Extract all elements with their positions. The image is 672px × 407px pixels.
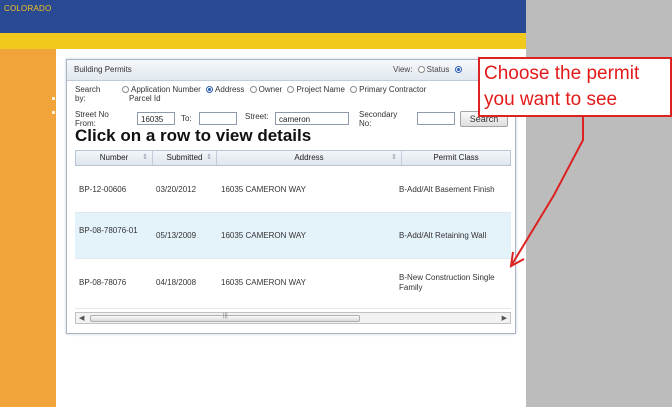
table-row[interactable]: BP-12-00606 03/20/2012 16035 CAMERON WAY… (75, 166, 511, 213)
street-no-from-input[interactable]: 16035 (137, 112, 175, 125)
search-type-options: Application Number Address Owner Project… (119, 85, 426, 94)
horizontal-scrollbar[interactable]: ◀ ||| ▶ (75, 312, 511, 324)
address-radio[interactable] (206, 86, 214, 93)
column-header-label: Address (294, 153, 324, 162)
panel-title: Building Permits (74, 65, 132, 74)
column-header-label: Number (99, 153, 129, 162)
panel-header: Building Permits View: Status (67, 60, 515, 81)
cell-submitted: 05/13/2009 (156, 231, 197, 240)
primary-contractor-radio[interactable] (350, 86, 358, 93)
sort-icon[interactable]: ⇕ (142, 151, 148, 165)
annotation-line-1: Choose the permit (484, 63, 640, 84)
sidebar-marker[interactable] (52, 97, 55, 100)
cell-submitted: 03/20/2012 (156, 185, 197, 194)
column-header-address[interactable]: Address ⇕ (217, 151, 402, 165)
column-header-submitted[interactable]: Submitted ⇕ (153, 151, 217, 165)
table-header: Number ⇕ Submitted ⇕ Address ⇕ Permit Class (75, 150, 511, 166)
left-sidebar (0, 49, 56, 407)
application-number-label[interactable]: Application Number (131, 85, 201, 94)
application-number-radio[interactable] (122, 86, 129, 93)
cell-permit-class: B-Add/Alt Basement Finish (399, 185, 495, 194)
table-row[interactable]: BP-08-78076-01 05/13/2009 16035 CAMERON … (75, 213, 511, 259)
cell-number: BP-08-78076-01 (79, 226, 138, 235)
scroll-left-icon[interactable]: ◀ (79, 314, 84, 322)
column-header-label: Permit Class (433, 153, 479, 162)
annotation-line-2: you want to see (484, 89, 618, 110)
cell-address: 16035 CAMERON WAY (221, 185, 306, 194)
parcel-id-label[interactable]: Parcel Id (129, 94, 161, 103)
site-brand[interactable]: COLORADO (4, 4, 51, 13)
table-row[interactable]: BP-08-78076 04/18/2008 16035 CAMERON WAY… (75, 259, 511, 309)
building-permits-panel: Building Permits View: Status Search by:… (66, 59, 516, 334)
header-accent-bar (0, 33, 526, 49)
view-label: View: (393, 65, 413, 74)
owner-radio[interactable] (249, 86, 257, 93)
street-label: Street: (245, 112, 269, 121)
view-status-label[interactable]: Status (427, 65, 450, 74)
project-name-radio[interactable] (287, 86, 295, 93)
sidebar-marker[interactable] (52, 111, 55, 114)
annotation-callout: Choose the permit you want to see (478, 57, 672, 117)
instruction-heading: Click on a row to view details (75, 126, 312, 145)
secondary-no-label: Secondary No: (359, 110, 398, 128)
site-header: COLORADO (0, 0, 526, 33)
owner-label[interactable]: Owner (259, 85, 283, 94)
cell-permit-class: B-New Construction Single Family (399, 273, 495, 292)
search-by-label: Search by: (75, 85, 101, 103)
secondary-no-input[interactable] (417, 112, 455, 125)
grip-icon: ||| (223, 313, 228, 319)
cell-number: BP-12-00606 (79, 185, 127, 194)
address-label[interactable]: Address (215, 85, 244, 94)
column-header-label: Submitted (166, 153, 203, 162)
view-selector: View: Status (393, 65, 464, 74)
scroll-right-icon[interactable]: ▶ (502, 314, 507, 322)
cell-address: 16035 CAMERON WAY (221, 278, 306, 287)
street-no-to-input[interactable] (199, 112, 237, 125)
parcel-id-option: Parcel Id (129, 94, 161, 103)
view-status-radio[interactable] (417, 66, 425, 73)
project-name-label[interactable]: Project Name (296, 85, 344, 94)
sort-icon[interactable]: ⇕ (391, 151, 397, 165)
street-no-to-label: To: (181, 114, 192, 123)
view-other-radio[interactable] (454, 66, 462, 73)
cell-permit-class: B-Add/Alt Retaining Wall (399, 231, 487, 240)
column-header-permit-class[interactable]: Permit Class (402, 151, 510, 165)
cell-number: BP-08-78076 (79, 278, 127, 287)
scrollbar-thumb[interactable]: ||| (90, 313, 360, 322)
cell-submitted: 04/18/2008 (156, 278, 197, 287)
primary-contractor-label[interactable]: Primary Contractor (359, 85, 426, 94)
street-input[interactable]: cameron (275, 112, 349, 125)
column-header-number[interactable]: Number ⇕ (76, 151, 153, 165)
sort-icon[interactable]: ⇕ (206, 151, 212, 165)
cell-address: 16035 CAMERON WAY (221, 231, 306, 240)
